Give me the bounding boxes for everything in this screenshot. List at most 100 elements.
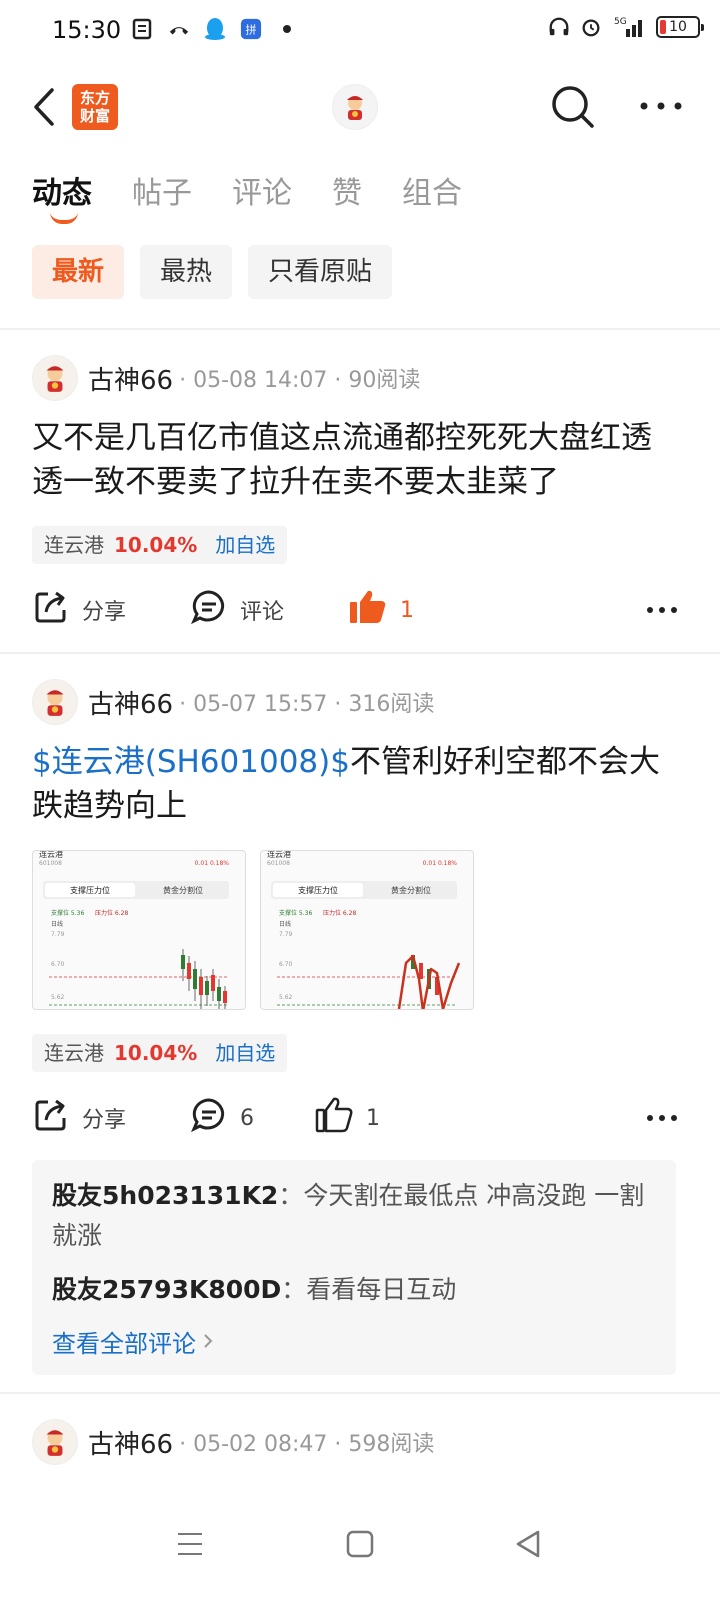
share-button[interactable]: 分享	[32, 1096, 126, 1140]
tab-posts[interactable]: 帖子	[132, 168, 192, 218]
share-label: 分享	[82, 1108, 127, 1133]
tab-likes[interactable]: 赞	[332, 168, 362, 218]
status-bar: 15:30 拼 5G 10	[0, 0, 720, 64]
share-icon	[32, 1096, 70, 1140]
app-logo: 东方 财富	[72, 84, 118, 130]
comment-icon	[190, 588, 228, 632]
post-more-button[interactable]	[642, 588, 682, 632]
back-nav-button[interactable]	[508, 1524, 548, 1564]
comment-button[interactable]: 评论	[190, 588, 284, 632]
post-text[interactable]: $连云港(SH601008)$不管利好利空都不会大跌趋势向上	[32, 740, 682, 828]
post-card[interactable]: 古神66 · 05-07 15:57 · 316阅读 $连云港(SH601008…	[0, 678, 720, 1390]
post-text[interactable]: 又不是几百亿市值这点流通都控死死大盘红透透一致不要卖了拉升在卖不要太韭菜了	[32, 416, 682, 504]
thumb-change: 0.01 0.18%	[423, 860, 458, 867]
post-card[interactable]: 古神66 · 05-08 14:07 · 90阅读 又不是几百亿市值这点流通都控…	[0, 354, 720, 644]
stock-mention-link[interactable]: $连云港(SH601008)$	[32, 744, 350, 780]
profile-avatar[interactable]	[332, 84, 378, 130]
thumb-y-bot: 5.62	[51, 994, 65, 1001]
comment-icon	[190, 1096, 228, 1140]
thumb-pressure: 压力位 6.28	[323, 909, 356, 917]
stock-name: 连云港	[44, 533, 104, 557]
post-divider	[0, 652, 720, 654]
user-avatar[interactable]	[32, 679, 78, 725]
search-button[interactable]	[548, 82, 598, 132]
chart-thumbnail[interactable]: 连云港 601008 0.01 0.18% 支撑压力位 黄金分割位 支撑位 5.…	[260, 850, 474, 1010]
thumb-support: 支撑位 5.36	[279, 909, 312, 917]
tab-comments[interactable]: 评论	[232, 168, 292, 218]
stock-change: 10.04%	[114, 1041, 198, 1065]
more-options-button[interactable]	[636, 86, 686, 126]
like-count: 1	[400, 597, 414, 623]
chart-thumbnail[interactable]: 连云港 601008 0.01 0.18% 支撑压力位 黄金分割位 支撑位 5.…	[32, 850, 246, 1010]
add-watchlist-button[interactable]: 加自选	[215, 1034, 275, 1072]
comment-author[interactable]: 股友5h023131K2	[52, 1181, 278, 1210]
thumb-change: 0.01 0.18%	[195, 860, 230, 867]
post-actions: 分享 评论 1	[32, 588, 682, 632]
thumbs-up-icon	[314, 1096, 354, 1140]
comment-count: 6	[240, 1105, 254, 1131]
like-button[interactable]: 1	[348, 588, 414, 632]
thumb-tab-support: 支撑压力位	[70, 885, 110, 895]
profile-tabs: 动态 帖子 评论 赞 组合	[32, 168, 462, 224]
comment-item[interactable]: 股友25793K800D：看看每日互动	[52, 1270, 656, 1310]
view-all-comments-link[interactable]: 查看全部评论	[52, 1324, 214, 1359]
post-card[interactable]: 古神66 · 05-02 08:47 · 598阅读	[0, 1418, 720, 1478]
share-icon	[32, 588, 70, 632]
username[interactable]: 古神66	[88, 684, 173, 721]
signal-icon: 5G	[612, 16, 646, 38]
thumb-pressure: 压力位 6.28	[95, 909, 128, 917]
thumb-y-top: 7.79	[279, 931, 293, 938]
post-actions: 分享 6 1	[32, 1096, 682, 1140]
like-count: 1	[366, 1105, 380, 1131]
back-button[interactable]	[26, 82, 66, 132]
user-avatar[interactable]	[32, 355, 78, 401]
user-avatar[interactable]	[32, 1419, 78, 1465]
tab-portfolio[interactable]: 组合	[402, 168, 462, 218]
filter-original-only[interactable]: 只看原贴	[248, 245, 393, 299]
thumb-support: 支撑位 5.36	[51, 909, 84, 917]
share-button[interactable]: 分享	[32, 588, 126, 632]
thumb-y-bot: 5.62	[279, 994, 293, 1001]
username[interactable]: 古神66	[88, 360, 173, 397]
thumb-title: 连云港	[267, 851, 291, 859]
view-all-label: 查看全部评论	[52, 1330, 196, 1358]
svg-text:5G: 5G	[614, 17, 627, 27]
thumb-title: 连云港	[39, 851, 63, 859]
thumb-y-top: 7.79	[51, 931, 65, 938]
chevron-right-icon	[202, 1328, 214, 1356]
section-divider	[0, 328, 720, 330]
qq-icon	[204, 18, 226, 40]
comment-author[interactable]: 股友25793K800D	[52, 1275, 281, 1304]
tab-dynamics[interactable]: 动态	[32, 168, 92, 224]
system-icons: 5G 10	[548, 16, 704, 38]
stock-tag[interactable]: 连云港 10.04% 加自选	[32, 526, 288, 564]
battery-indicator: 10	[656, 16, 704, 38]
post-header: 古神66 · 05-07 15:57 · 316阅读	[32, 678, 434, 726]
post-header: 古神66 · 05-08 14:07 · 90阅读	[32, 354, 420, 402]
comment-item[interactable]: 股友5h023131K2：今天割在最低点 冲高没跑 一割就涨	[52, 1176, 656, 1256]
thumb-code: 601008	[267, 860, 290, 867]
thumb-period: 日线	[279, 920, 291, 928]
menu-nav-button[interactable]	[170, 1524, 210, 1564]
like-button[interactable]: 1	[314, 1096, 380, 1140]
headphones-icon	[548, 16, 570, 38]
add-watchlist-button[interactable]: 加自选	[215, 526, 275, 564]
comment-button[interactable]: 6	[190, 1096, 254, 1140]
filter-latest[interactable]: 最新	[32, 245, 125, 299]
comment-label: 评论	[240, 600, 285, 625]
thumb-period: 日线	[51, 920, 63, 928]
home-nav-button[interactable]	[340, 1524, 380, 1564]
svg-text:拼: 拼	[246, 23, 257, 37]
app-badge-icon: 拼	[240, 18, 262, 40]
system-navigation-bar	[0, 1500, 720, 1600]
username[interactable]: 古神66	[88, 1424, 173, 1461]
post-meta: · 05-08 14:07 · 90阅读	[179, 368, 421, 393]
post-meta: · 05-07 15:57 · 316阅读	[179, 692, 435, 717]
app-logo-line1: 东方	[79, 89, 110, 107]
filter-hottest[interactable]: 最热	[140, 245, 233, 299]
stock-tag[interactable]: 连云港 10.04% 加自选	[32, 1034, 288, 1072]
post-more-button[interactable]	[642, 1096, 682, 1140]
thumb-tab-support: 支撑压力位	[298, 885, 338, 895]
missed-call-icon	[168, 18, 190, 40]
stock-name: 连云港	[44, 1041, 104, 1065]
